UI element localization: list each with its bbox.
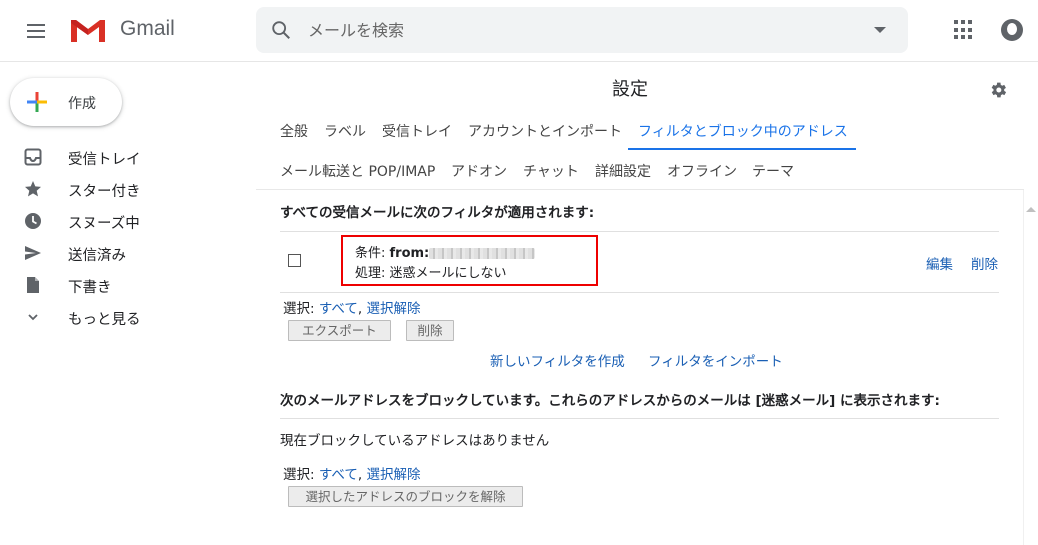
filter-action-label: 処理: — [355, 266, 390, 281]
sidebar-item-label: 送信済み — [68, 248, 126, 264]
divider — [280, 231, 999, 232]
compose-label: 作成 — [68, 96, 96, 112]
search-icon[interactable] — [270, 19, 292, 41]
filter-condition: 条件: from: — [355, 242, 536, 261]
main-menu-icon[interactable] — [18, 15, 54, 47]
search-options-dropdown-icon[interactable] — [874, 27, 886, 33]
tab-inbox[interactable]: 受信トレイ — [382, 121, 452, 141]
apps-grid-icon[interactable] — [954, 20, 974, 40]
select-all-link[interactable]: すべて — [319, 301, 358, 317]
delete-button[interactable]: 削除 — [406, 320, 454, 341]
divider — [256, 189, 1024, 190]
select-label: 選択: — [283, 301, 319, 317]
tab-themes[interactable]: テーマ — [752, 161, 794, 181]
sidebar-item-label: もっと見る — [68, 312, 141, 328]
active-tab-indicator — [628, 148, 856, 150]
divider — [280, 292, 999, 293]
unblock-selected-button[interactable]: 選択したアドレスのブロックを解除 — [288, 486, 523, 507]
star-icon — [25, 181, 41, 197]
blurred-email-address — [429, 248, 536, 259]
blocked-empty-text: 現在ブロックしているアドレスはありません — [280, 433, 550, 449]
sidebar-item-label: スター付き — [68, 184, 141, 200]
tab-addons[interactable]: アドオン — [451, 161, 507, 181]
inbox-icon — [24, 148, 42, 166]
chevron-down-icon — [28, 314, 38, 321]
sidebar-item-label: 下書き — [68, 280, 112, 296]
sidebar-item-more[interactable]: もっと見る — [0, 301, 245, 333]
tab-offline[interactable]: オフライン — [667, 161, 737, 181]
draft-icon — [27, 277, 39, 293]
select-none-link[interactable]: 選択解除 — [366, 301, 420, 317]
clock-icon — [25, 213, 41, 229]
filter-row-checkbox[interactable] — [288, 254, 301, 267]
compose-button[interactable]: 作成 — [10, 78, 122, 126]
tab-advanced[interactable]: 詳細設定 — [595, 161, 651, 181]
tab-filters-blocked[interactable]: フィルタとブロック中のアドレス — [638, 121, 848, 141]
scrollbar[interactable] — [1023, 190, 1038, 545]
create-filter-link[interactable]: 新しいフィルタを作成 — [490, 350, 625, 370]
sidebar-item-sent[interactable]: 送信済み — [0, 237, 245, 269]
blocked-select-row: 選択: すべて, 選択解除 — [283, 463, 420, 483]
sidebar-item-label: 受信トレイ — [68, 152, 141, 168]
tab-chat[interactable]: チャット — [523, 161, 579, 181]
sidebar-item-drafts[interactable]: 下書き — [0, 269, 245, 301]
select-all-link[interactable]: すべて — [319, 467, 358, 483]
select-none-link[interactable]: 選択解除 — [366, 467, 420, 483]
app-name: Gmail — [120, 17, 175, 40]
delete-filter-link[interactable]: 削除 — [971, 253, 998, 273]
search-bar[interactable] — [256, 7, 908, 53]
tab-accounts-import[interactable]: アカウントとインポート — [468, 121, 622, 141]
sidebar-item-starred[interactable]: スター付き — [0, 173, 245, 205]
import-filter-link[interactable]: フィルタをインポート — [648, 350, 783, 370]
account-avatar-icon[interactable] — [1001, 19, 1023, 41]
filter-action: 処理: 迷惑メールにしない — [355, 262, 507, 281]
filters-heading: すべての受信メールに次のフィルタが適用されます: — [280, 205, 595, 221]
blocked-heading: 次のメールアドレスをブロックしています。これらのアドレスからのメールは [迷惑メ… — [280, 393, 940, 409]
tab-labels[interactable]: ラベル — [324, 121, 366, 141]
filter-condition-label: 条件: — [355, 246, 390, 261]
send-icon — [25, 246, 41, 260]
scroll-up-arrow-icon[interactable] — [1026, 207, 1036, 212]
sidebar-item-inbox[interactable]: 受信トレイ — [0, 141, 245, 173]
tab-general[interactable]: 全般 — [280, 121, 308, 141]
filter-select-row: 選択: すべて, 選択解除 — [283, 297, 420, 317]
page-title: 設定 — [612, 79, 648, 100]
export-button[interactable]: エクスポート — [288, 320, 391, 341]
plus-icon — [27, 92, 47, 112]
top-bar: Gmail — [0, 0, 1038, 62]
search-input[interactable] — [308, 19, 848, 41]
gmail-logo-icon[interactable] — [68, 14, 108, 46]
divider — [280, 418, 999, 419]
filter-condition-value: from: — [389, 246, 430, 261]
filter-action-value: 迷惑メールにしない — [389, 266, 507, 281]
sidebar-item-snoozed[interactable]: スヌーズ中 — [0, 205, 245, 237]
edit-filter-link[interactable]: 編集 — [926, 253, 953, 273]
select-label: 選択: — [283, 467, 319, 483]
tab-forwarding-pop-imap[interactable]: メール転送と POP/IMAP — [280, 161, 435, 181]
gear-icon[interactable] — [988, 80, 1008, 100]
sidebar-item-label: スヌーズ中 — [68, 216, 140, 232]
